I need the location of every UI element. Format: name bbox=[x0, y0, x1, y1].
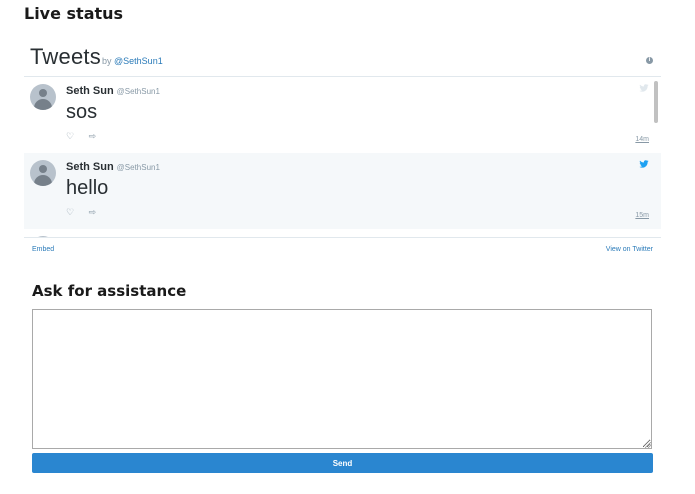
info-icon[interactable]: i bbox=[646, 57, 653, 64]
assistance-title: Ask for assistance bbox=[32, 282, 187, 300]
tweet-actions: ♡ ⇨ bbox=[66, 131, 108, 142]
avatar[interactable] bbox=[30, 84, 56, 110]
share-icon[interactable]: ⇨ bbox=[89, 131, 97, 141]
widget-by-label: by bbox=[102, 56, 112, 66]
resize-grip-icon[interactable] bbox=[645, 442, 651, 448]
bird-icon[interactable] bbox=[639, 83, 649, 93]
tweet-author[interactable]: Seth Sun @SethSun1 bbox=[66, 85, 160, 97]
avatar-body-shape bbox=[34, 175, 52, 186]
view-on-twitter-link[interactable]: View on Twitter bbox=[606, 246, 653, 253]
tweet-item-partial[interactable] bbox=[24, 229, 661, 237]
avatar-body-shape bbox=[34, 99, 52, 110]
timeline-scrollbar-thumb[interactable] bbox=[654, 81, 658, 123]
avatar[interactable] bbox=[30, 160, 56, 186]
avatar-head-shape bbox=[39, 89, 47, 97]
widget-byline: by @SethSun1 bbox=[102, 56, 163, 66]
tweet-timestamp[interactable]: 15m bbox=[635, 212, 649, 219]
tweet-timeline[interactable]: Seth Sun @SethSun1 sos ♡ ⇨ 14m Seth Sun @S… bbox=[24, 77, 661, 238]
tweet-item[interactable]: Seth Sun @SethSun1 hello ♡ ⇨ 15m bbox=[24, 153, 661, 230]
like-icon[interactable]: ♡ bbox=[66, 131, 74, 141]
bird-icon[interactable] bbox=[639, 159, 649, 169]
tweet-item[interactable]: Seth Sun @SethSun1 sos ♡ ⇨ 14m bbox=[24, 77, 661, 154]
tweet-author-name: Seth Sun bbox=[66, 85, 114, 97]
share-icon[interactable]: ⇨ bbox=[89, 207, 97, 217]
widget-footer: Embed View on Twitter bbox=[24, 238, 661, 258]
embed-link[interactable]: Embed bbox=[32, 246, 54, 253]
avatar-head-shape bbox=[39, 165, 47, 173]
like-icon[interactable]: ♡ bbox=[66, 207, 74, 217]
send-button[interactable]: Send bbox=[32, 453, 653, 473]
page-title: Live status bbox=[24, 4, 124, 23]
assistance-message-input[interactable] bbox=[32, 309, 652, 449]
tweet-author-name: Seth Sun bbox=[66, 161, 114, 173]
tweet-author-handle: @SethSun1 bbox=[116, 87, 160, 96]
widget-header: Tweets by @SethSun1 i bbox=[24, 40, 661, 77]
tweet-timestamp[interactable]: 14m bbox=[635, 136, 649, 143]
twitter-timeline-widget: Tweets by @SethSun1 i Seth Sun @SethSun1 … bbox=[24, 40, 661, 260]
tweet-text: hello bbox=[66, 177, 109, 199]
widget-handle-link[interactable]: @SethSun1 bbox=[114, 56, 163, 66]
widget-title: Tweets bbox=[30, 44, 101, 69]
tweet-actions: ♡ ⇨ bbox=[66, 207, 108, 218]
tweet-text: sos bbox=[66, 101, 98, 123]
tweet-author-handle: @SethSun1 bbox=[116, 163, 160, 172]
tweet-author[interactable]: Seth Sun @SethSun1 bbox=[66, 161, 160, 173]
